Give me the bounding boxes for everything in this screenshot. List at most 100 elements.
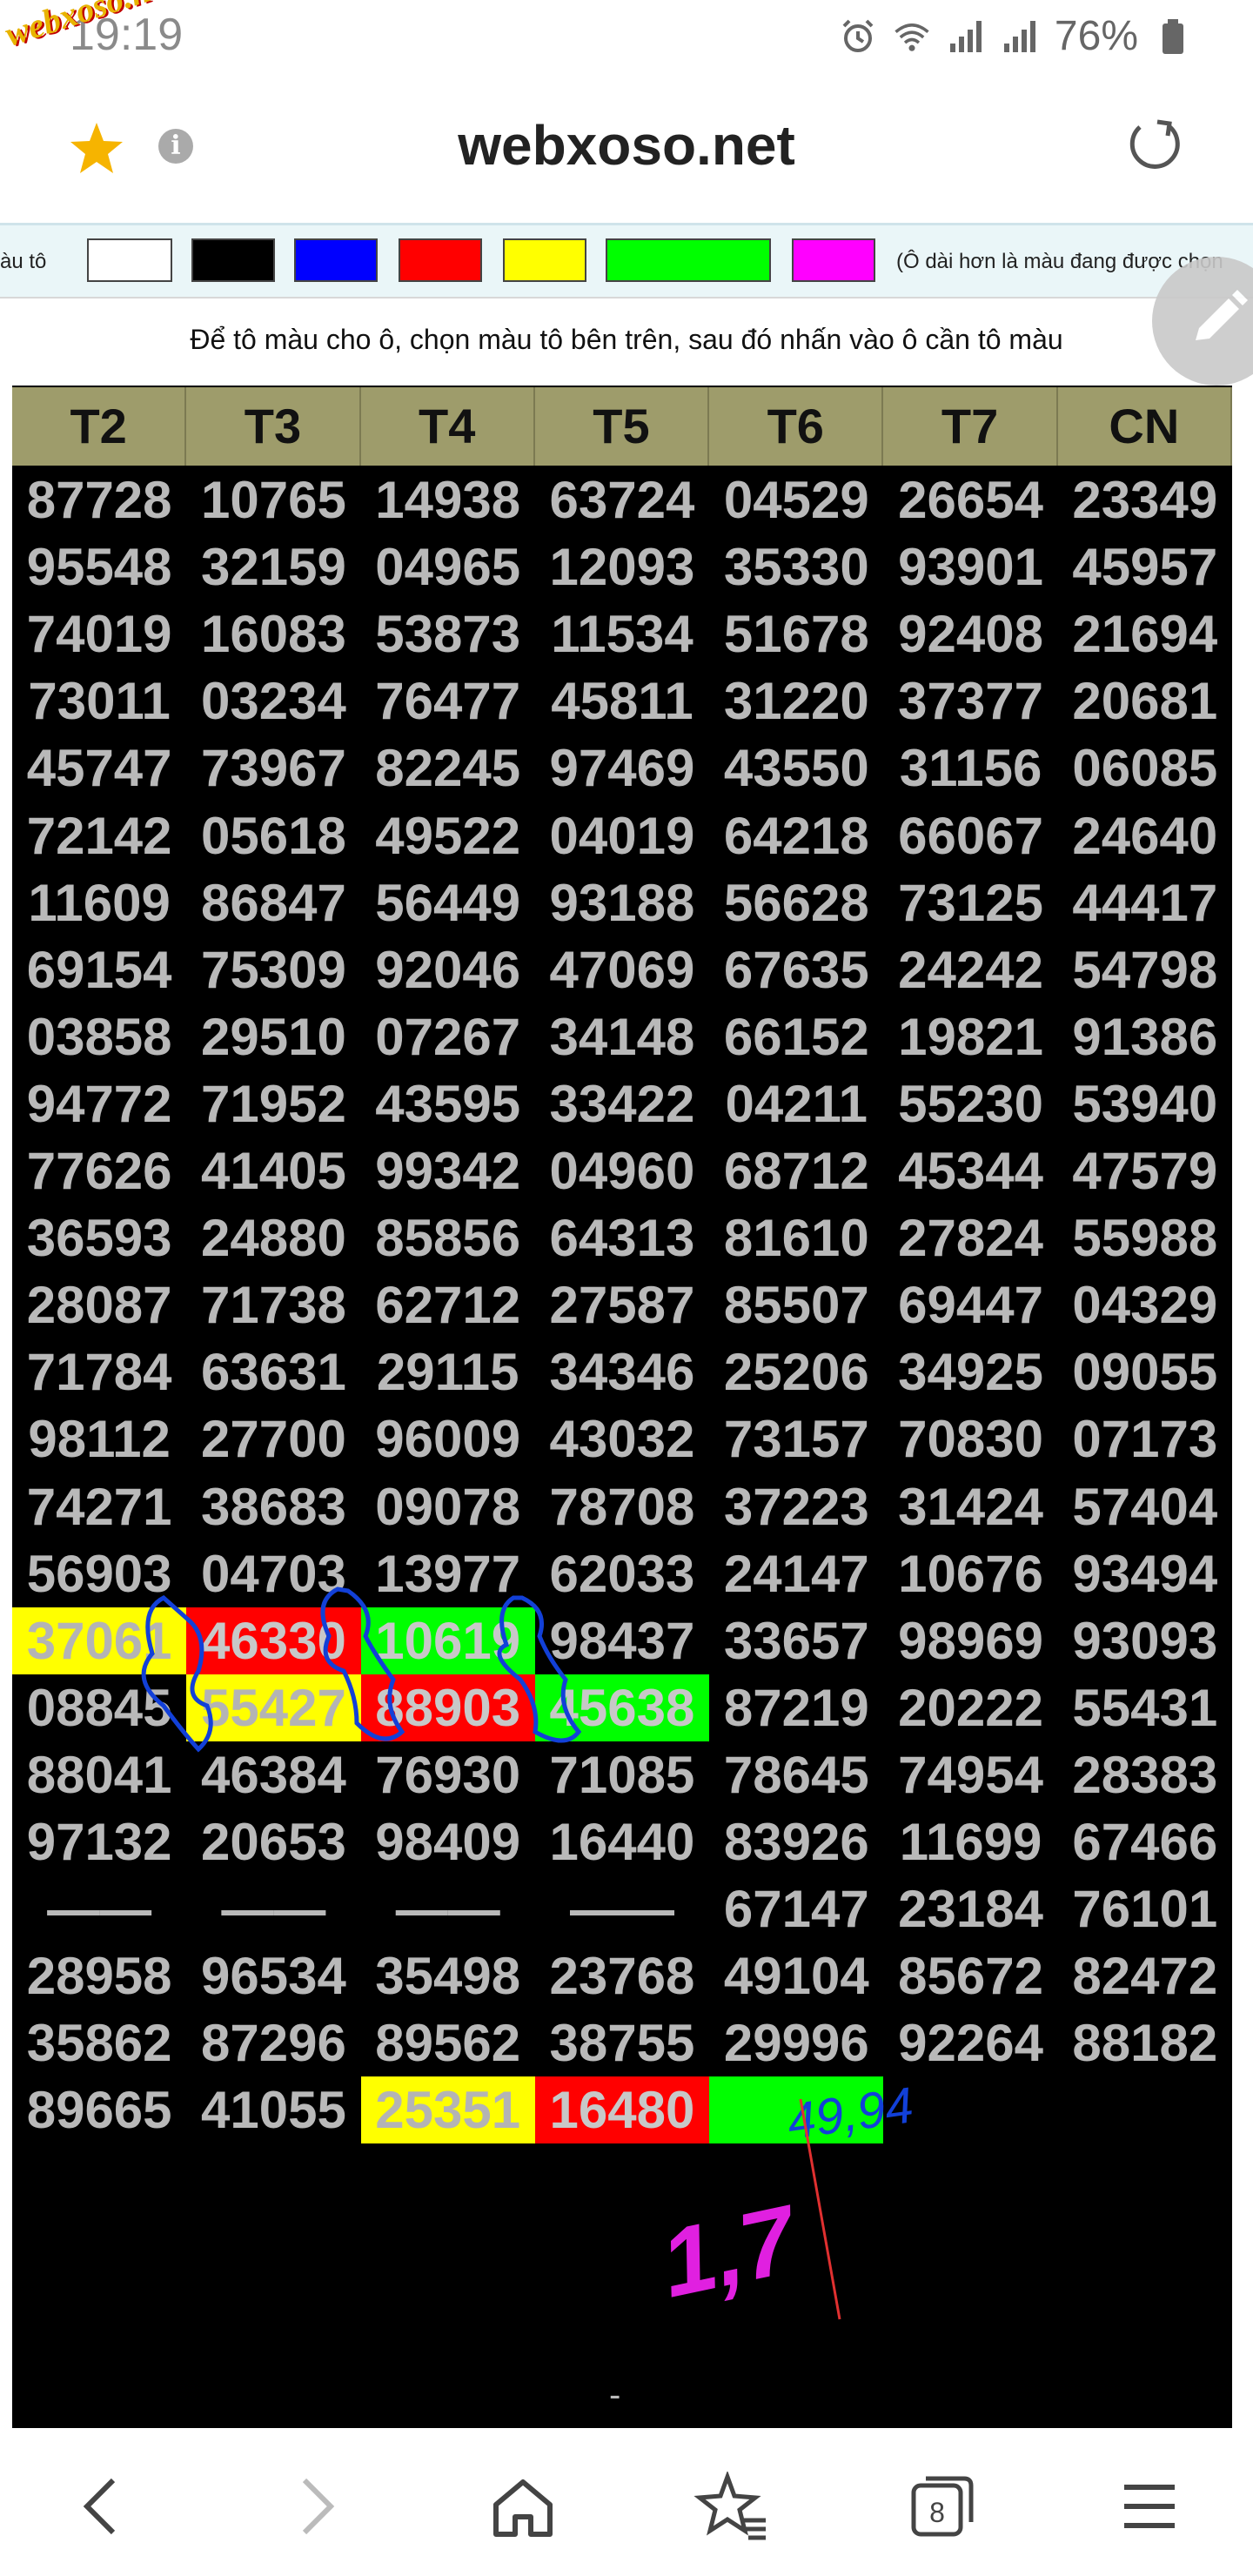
grid-cell[interactable]: 73157 <box>709 1405 883 1472</box>
grid-cell[interactable]: 26654 <box>883 466 1057 533</box>
grid-cell[interactable]: 63631 <box>186 1338 360 1405</box>
grid-cell[interactable]: 55230 <box>883 1070 1057 1137</box>
grid-cell[interactable]: 46384 <box>186 1741 360 1808</box>
grid-cell[interactable]: 25351 <box>360 2076 535 2144</box>
grid-cell[interactable]: 69447 <box>883 1271 1057 1338</box>
grid-cell[interactable]: 03234 <box>186 667 360 735</box>
grid-cell[interactable]: 55431 <box>1058 1674 1232 1741</box>
grid-cell[interactable]: 13977 <box>361 1540 535 1607</box>
home-icon[interactable] <box>484 2472 562 2541</box>
grid-cell[interactable]: 23184 <box>883 1875 1057 1942</box>
grid-cell[interactable]: 82245 <box>361 735 535 802</box>
grid-cell[interactable]: 34346 <box>535 1338 709 1405</box>
grid-cell[interactable]: 62033 <box>535 1540 709 1607</box>
grid-cell[interactable]: 62712 <box>361 1271 535 1338</box>
swatch-yellow[interactable] <box>503 238 586 282</box>
grid-cell[interactable]: 24242 <box>883 936 1057 1003</box>
grid-cell[interactable]: 78645 <box>709 1741 883 1808</box>
grid-cell[interactable]: 23768 <box>535 1942 709 2009</box>
grid-cell[interactable]: 93093 <box>1058 1607 1232 1674</box>
grid-cell[interactable]: 89562 <box>361 2009 535 2076</box>
grid-cell[interactable]: 97132 <box>12 1808 186 1875</box>
grid-cell[interactable]: 97469 <box>535 735 709 802</box>
grid-cell[interactable]: 87219 <box>709 1674 883 1741</box>
grid-cell[interactable]: 28958 <box>12 1942 186 2009</box>
grid-cell[interactable]: 98112 <box>12 1405 186 1472</box>
grid-cell[interactable]: 71784 <box>12 1338 186 1405</box>
grid-cell[interactable]: 75309 <box>186 936 360 1003</box>
grid-cell[interactable]: 10676 <box>883 1540 1057 1607</box>
grid-cell[interactable]: 93494 <box>1058 1540 1232 1607</box>
grid-cell[interactable]: 72142 <box>12 802 186 869</box>
grid-cell[interactable]: 54798 <box>1058 936 1232 1003</box>
grid-cell[interactable]: 04329 <box>1058 1271 1232 1338</box>
grid-cell[interactable]: 04960 <box>535 1137 709 1204</box>
grid-cell[interactable]: 45747 <box>12 735 186 802</box>
grid-cell[interactable]: 81610 <box>709 1204 883 1271</box>
grid-cell[interactable]: 07267 <box>361 1003 535 1070</box>
grid-cell[interactable]: 20653 <box>186 1808 360 1875</box>
grid-cell[interactable]: 12093 <box>535 533 709 600</box>
grid-cell[interactable]: 07173 <box>1058 1405 1232 1472</box>
grid-cell[interactable]: 29996 <box>709 2009 883 2076</box>
grid-cell[interactable]: 53940 <box>1058 1070 1232 1137</box>
grid-cell[interactable]: 66067 <box>883 802 1057 869</box>
grid-cell[interactable]: 09078 <box>361 1473 535 1540</box>
grid-cell[interactable]: 93901 <box>883 533 1057 600</box>
swatch-black[interactable] <box>191 238 275 282</box>
grid-cell[interactable]: 88041 <box>12 1741 186 1808</box>
grid-cell[interactable]: 14938 <box>361 466 535 533</box>
grid-cell[interactable]: 71085 <box>535 1741 709 1808</box>
grid-cell[interactable]: 34148 <box>535 1003 709 1070</box>
grid-cell[interactable]: 29115 <box>361 1338 535 1405</box>
grid-cell[interactable]: 43550 <box>709 735 883 802</box>
grid-cell[interactable]: 76101 <box>1058 1875 1232 1942</box>
grid-cell[interactable]: 55427 <box>186 1674 361 1741</box>
grid-cell[interactable]: 49522 <box>361 802 535 869</box>
grid-cell[interactable]: 09055 <box>1058 1338 1232 1405</box>
grid-cell[interactable]: 64313 <box>535 1204 709 1271</box>
grid-cell[interactable]: 11699 <box>883 1808 1057 1875</box>
grid-cell[interactable]: 74271 <box>12 1473 186 1540</box>
swatch-white[interactable] <box>87 238 172 282</box>
grid-cell[interactable]: 04965 <box>361 533 535 600</box>
grid-cell[interactable]: 11609 <box>12 869 186 936</box>
grid-cell[interactable]: 67635 <box>709 936 883 1003</box>
grid-cell[interactable]: —— <box>535 1875 709 1942</box>
grid-cell[interactable]: 67466 <box>1058 1808 1232 1875</box>
grid-cell[interactable]: 96009 <box>361 1405 535 1472</box>
swatch-red[interactable] <box>399 238 482 282</box>
grid-cell[interactable]: 31220 <box>709 667 883 735</box>
grid-cell[interactable]: 27587 <box>535 1271 709 1338</box>
grid-cell[interactable]: 43032 <box>535 1405 709 1472</box>
grid-cell[interactable]: 16480 <box>534 2076 710 2144</box>
grid-cell[interactable]: 85672 <box>883 1942 1057 2009</box>
grid-cell[interactable]: 49104 <box>709 1942 883 2009</box>
back-icon[interactable] <box>63 2472 141 2541</box>
grid-cell[interactable]: 92264 <box>883 2009 1057 2076</box>
grid-cell[interactable]: 27824 <box>883 1204 1057 1271</box>
grid-cell[interactable]: 93188 <box>535 869 709 936</box>
grid-cell[interactable]: 88182 <box>1058 2009 1232 2076</box>
grid-cell[interactable]: 36593 <box>12 1204 186 1271</box>
grid-cell[interactable]: 86847 <box>186 869 360 936</box>
grid-cell[interactable]: 98437 <box>535 1607 709 1674</box>
grid-cell[interactable]: 10619 <box>360 1607 535 1674</box>
grid-cell[interactable]: —— <box>12 1875 186 1942</box>
grid-cell[interactable]: 29510 <box>186 1003 360 1070</box>
grid-cell[interactable]: 41055 <box>186 2076 360 2143</box>
grid-cell[interactable]: 77626 <box>12 1137 186 1204</box>
grid-cell[interactable]: 31424 <box>883 1473 1057 1540</box>
grid-cell[interactable]: 51678 <box>709 600 883 667</box>
grid-cell[interactable]: 20681 <box>1058 667 1232 735</box>
grid-cell[interactable]: 04019 <box>535 802 709 869</box>
grid-cell[interactable]: 38755 <box>535 2009 709 2076</box>
grid-cell[interactable]: 55988 <box>1058 1204 1232 1271</box>
grid-cell[interactable]: 70830 <box>883 1405 1057 1472</box>
grid-cell[interactable]: 04703 <box>186 1540 360 1607</box>
grid-cell[interactable]: 85507 <box>709 1271 883 1338</box>
grid-cell[interactable]: 34925 <box>883 1338 1057 1405</box>
grid-cell[interactable]: 98969 <box>883 1607 1057 1674</box>
grid-cell[interactable]: 87296 <box>186 2009 360 2076</box>
grid-cell[interactable]: 99342 <box>361 1137 535 1204</box>
